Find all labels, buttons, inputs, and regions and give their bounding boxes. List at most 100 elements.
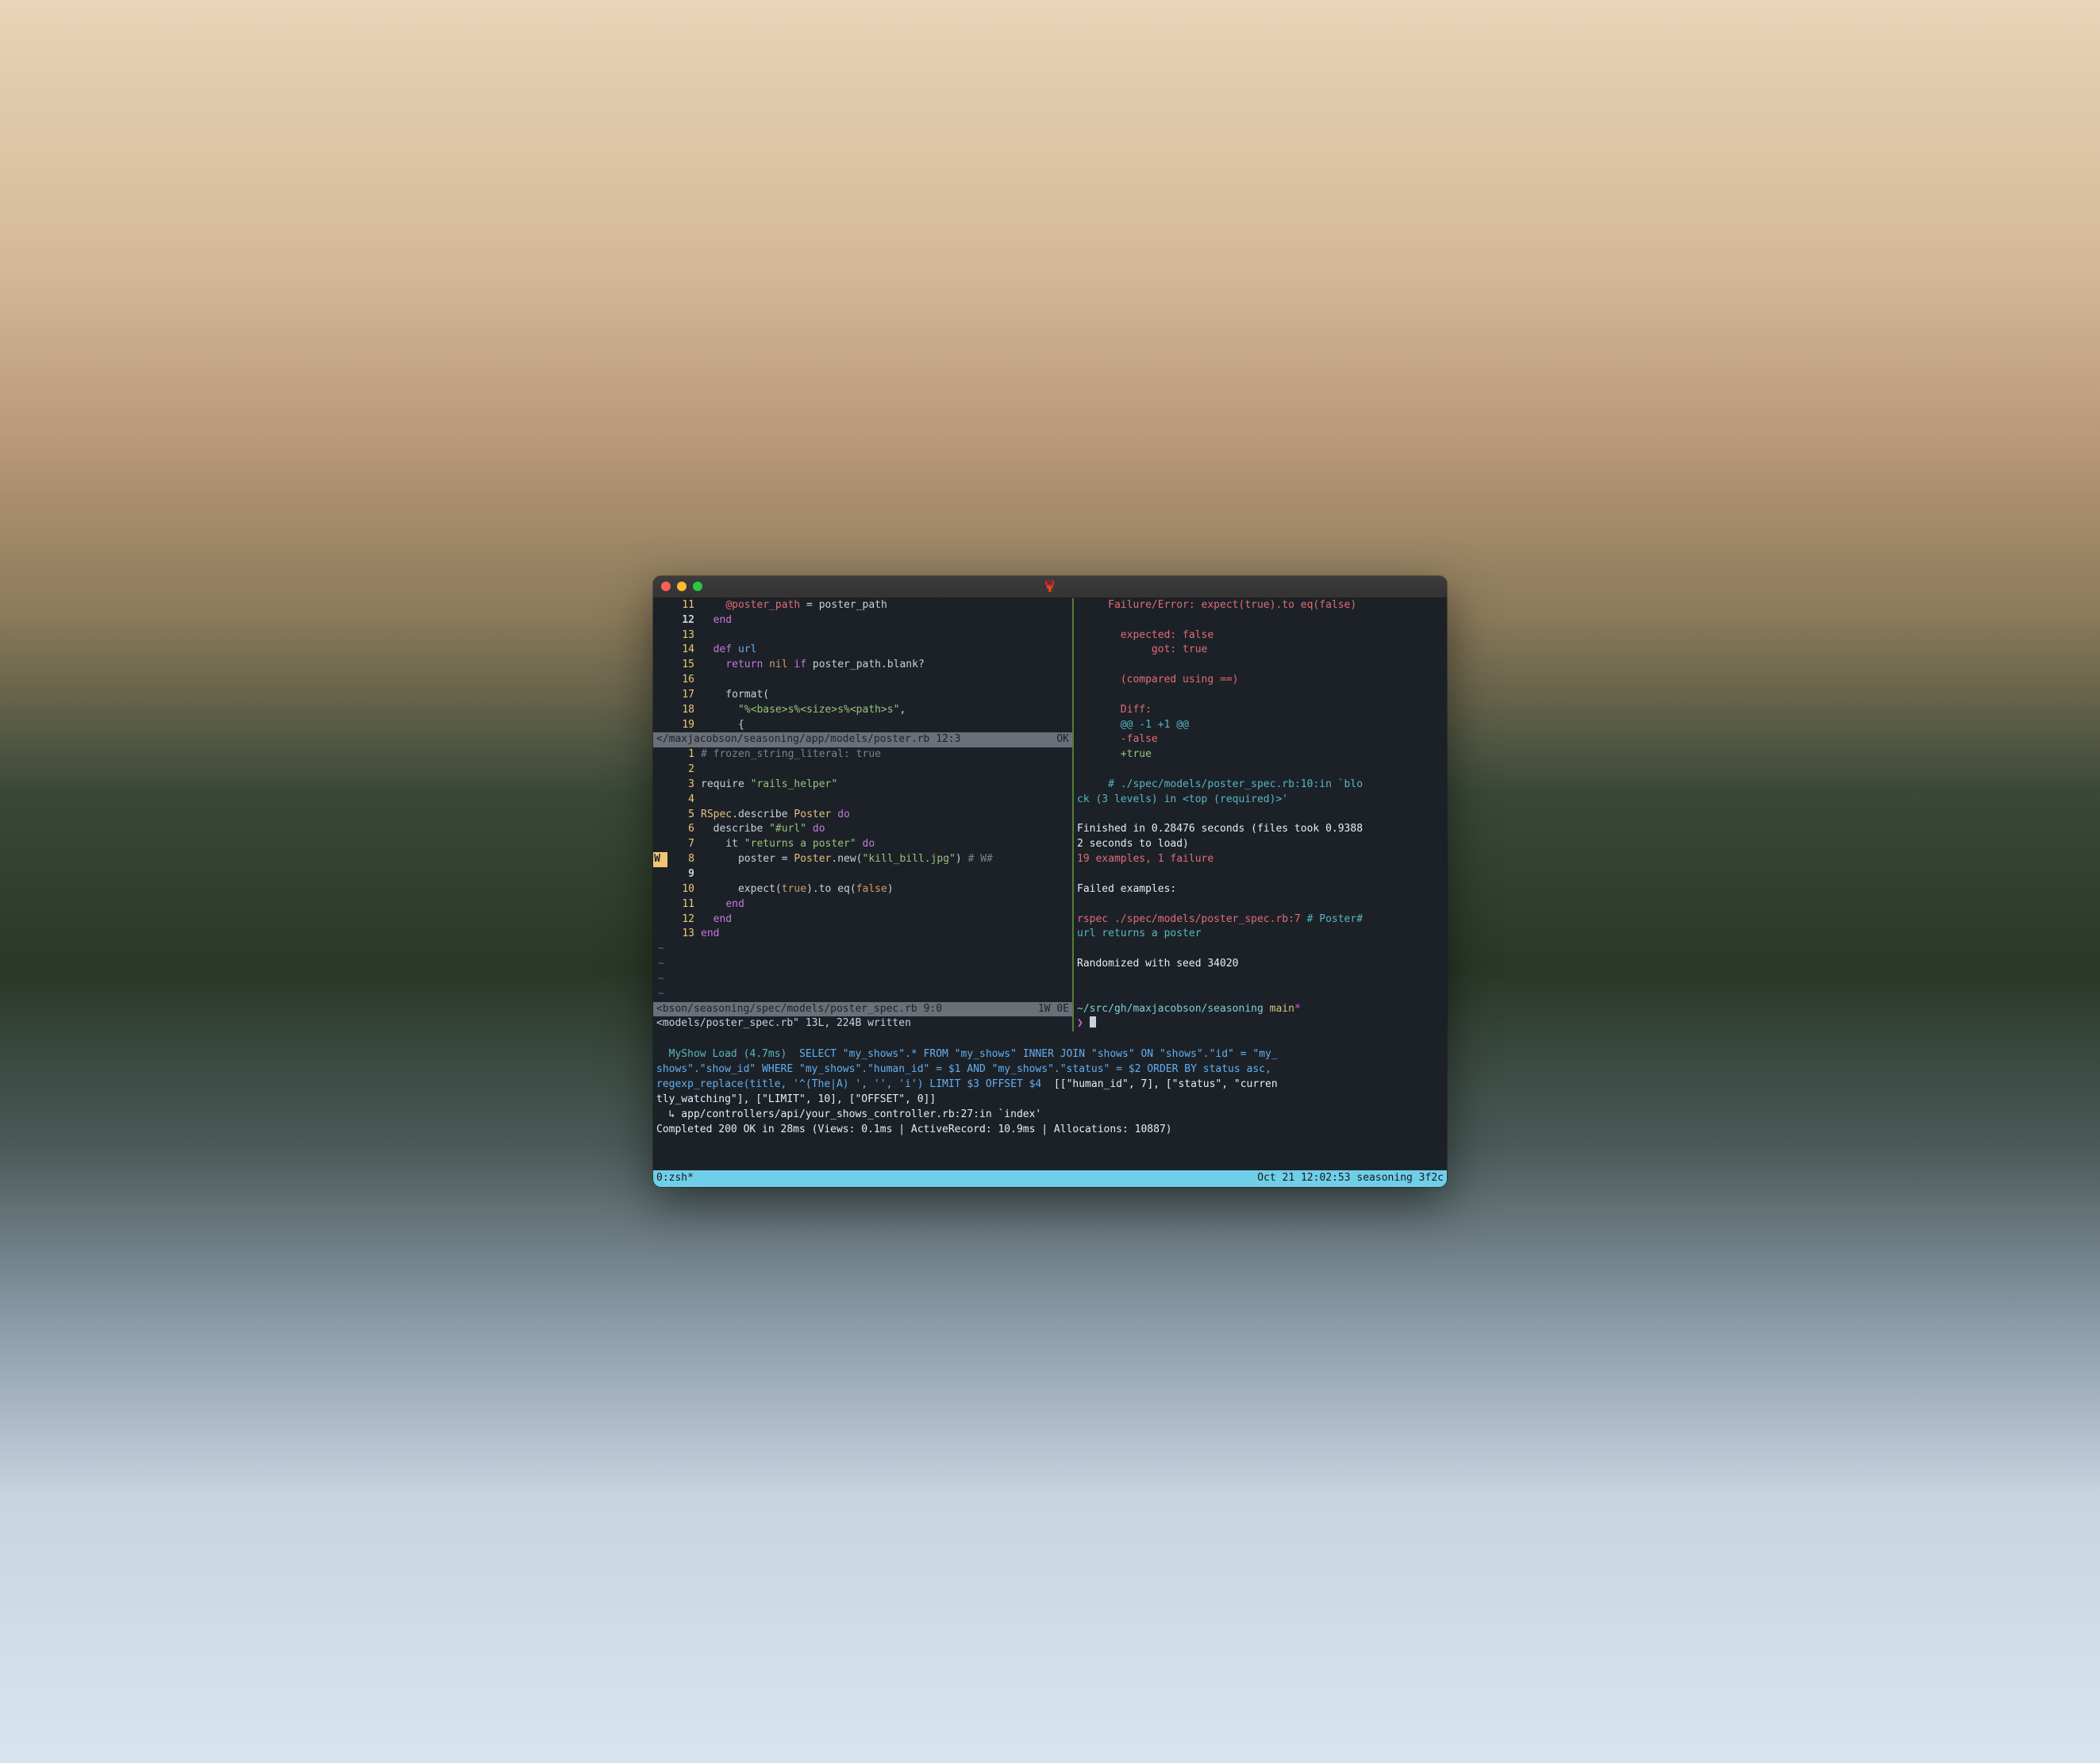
editor-bottom-status: <bson/seasoning/spec/models/poster_spec.… <box>653 1002 1072 1017</box>
output-line: regexp_replace(title, '^(The|A) ', '', '… <box>656 1077 1444 1093</box>
code-line[interactable]: 11 end <box>653 897 1072 912</box>
editor-top-status: </maxjacobson/seasoning/app/models/poste… <box>653 732 1072 747</box>
code-content[interactable]: RSpec.describe Poster do <box>701 808 1072 823</box>
line-number: 11 <box>667 897 701 912</box>
output-line: 2 seconds to load) <box>1077 837 1444 852</box>
code-line[interactable]: 5RSpec.describe Poster do <box>653 808 1072 823</box>
terminal-body[interactable]: 11 @poster_path = poster_path12 end1314 … <box>653 598 1447 1187</box>
code-line[interactable]: 1# frozen_string_literal: true <box>653 747 1072 762</box>
code-content[interactable]: "%<base>s%<size>s%<path>s", <box>701 703 1072 718</box>
code-line[interactable]: 3require "rails_helper" <box>653 778 1072 793</box>
editor-bottom-split[interactable]: 1# frozen_string_literal: true23require … <box>653 747 1072 942</box>
code-line[interactable]: 10 expect(true).to eq(false) <box>653 882 1072 897</box>
code-line[interactable]: 6 describe "#url" do <box>653 822 1072 837</box>
line-number: 16 <box>667 673 701 688</box>
code-content[interactable]: def url <box>701 643 1072 658</box>
output-line: MyShow Load (4.7ms) SELECT "my_shows".* … <box>656 1047 1444 1062</box>
code-line[interactable]: 13 <box>653 628 1072 643</box>
sign-column <box>653 658 667 673</box>
line-number: 18 <box>667 703 701 718</box>
code-line[interactable]: W 8 poster = Poster.new("kill_bill.jpg")… <box>653 852 1072 867</box>
code-content[interactable]: end <box>701 927 1072 942</box>
tmux-window-list[interactable]: 0:zsh* <box>656 1171 694 1186</box>
line-number: 12 <box>667 613 701 628</box>
minimize-button[interactable] <box>677 582 687 591</box>
terminal-window: 🦞 11 @poster_path = poster_path12 end131… <box>653 576 1447 1187</box>
output-line: expected: false <box>1077 628 1444 643</box>
code-line[interactable]: 15 return nil if poster_path.blank? <box>653 658 1072 673</box>
code-line[interactable]: 13end <box>653 927 1072 942</box>
code-content[interactable]: end <box>701 897 1072 912</box>
close-button[interactable] <box>661 582 671 591</box>
code-line[interactable]: 18 "%<base>s%<size>s%<path>s", <box>653 703 1072 718</box>
code-content[interactable] <box>701 867 1072 882</box>
code-content[interactable] <box>701 793 1072 808</box>
output-line: Randomized with seed 34020 <box>1077 957 1444 972</box>
code-line[interactable]: 12 end <box>653 613 1072 628</box>
vim-pane[interactable]: 11 @poster_path = poster_path12 end1314 … <box>653 598 1074 1031</box>
output-line <box>1077 987 1444 1002</box>
status-lint: 1W 0E <box>1038 1002 1069 1017</box>
line-number: 11 <box>667 598 701 613</box>
sign-column <box>653 927 667 942</box>
code-content[interactable]: poster = Poster.new("kill_bill.jpg") # W… <box>701 852 1072 867</box>
code-content[interactable]: expect(true).to eq(false) <box>701 882 1072 897</box>
output-line <box>1077 688 1444 703</box>
code-content[interactable]: @poster_path = poster_path <box>701 598 1072 613</box>
output-line: Finished in 0.28476 seconds (files took … <box>1077 822 1444 837</box>
code-content[interactable] <box>701 762 1072 778</box>
code-content[interactable]: require "rails_helper" <box>701 778 1072 793</box>
code-content[interactable]: format( <box>701 688 1072 703</box>
code-line[interactable]: 4 <box>653 793 1072 808</box>
code-line[interactable]: 12 end <box>653 912 1072 928</box>
prompt-dirty-indicator: * <box>1294 1002 1301 1017</box>
log-output: MyShow Load (4.7ms) SELECT "my_shows".* … <box>656 1047 1444 1137</box>
prompt-branch: main <box>1263 1002 1294 1017</box>
output-line: shows"."show_id" WHERE "my_shows"."human… <box>656 1062 1444 1077</box>
shell-prompt[interactable]: ~/src/gh/maxjacobson/seasoning main* <box>1077 1002 1444 1017</box>
output-line: url returns a poster <box>1077 927 1444 942</box>
vim-cmdline[interactable]: <models/poster_spec.rb" 13L, 224B writte… <box>653 1016 1072 1031</box>
titlebar[interactable]: 🦞 <box>653 576 1447 598</box>
line-number: 9 <box>667 867 701 882</box>
code-content[interactable] <box>701 628 1072 643</box>
sign-column <box>653 673 667 688</box>
code-content[interactable]: end <box>701 912 1072 928</box>
output-line: got: true <box>1077 643 1444 658</box>
code-content[interactable]: return nil if poster_path.blank? <box>701 658 1072 673</box>
sign-column <box>653 822 667 837</box>
rails-log-pane[interactable]: MyShow Load (4.7ms) SELECT "my_shows".* … <box>653 1046 1447 1139</box>
output-line: rspec ./spec/models/poster_spec.rb:7 # P… <box>1077 912 1444 928</box>
line-number: 15 <box>667 658 701 673</box>
rspec-pane[interactable]: Failure/Error: expect(true).to eq(false)… <box>1074 598 1447 1031</box>
code-content[interactable]: # frozen_string_literal: true <box>701 747 1072 762</box>
sign-column <box>653 688 667 703</box>
sign-column <box>653 628 667 643</box>
tmux-status-bar[interactable]: 0:zsh* Oct 21 12:02:53 seasoning 3f2c <box>653 1170 1447 1187</box>
editor-top-split[interactable]: 11 @poster_path = poster_path12 end1314 … <box>653 598 1072 733</box>
output-line: +true <box>1077 747 1444 762</box>
code-line[interactable]: 2 <box>653 762 1072 778</box>
code-content[interactable]: it "returns a poster" do <box>701 837 1072 852</box>
code-line[interactable]: 14 def url <box>653 643 1072 658</box>
empty-line-tilde: ~ <box>653 957 664 972</box>
code-content[interactable]: end <box>701 613 1072 628</box>
code-line[interactable]: 7 it "returns a poster" do <box>653 837 1072 852</box>
shell-prompt-line[interactable]: ❯ <box>1077 1016 1444 1031</box>
output-line: ↳ app/controllers/api/your_shows_control… <box>656 1108 1444 1123</box>
line-number: 8 <box>667 852 701 867</box>
code-content[interactable]: describe "#url" do <box>701 822 1072 837</box>
code-content[interactable]: { <box>701 718 1072 733</box>
code-line[interactable]: 17 format( <box>653 688 1072 703</box>
prompt-caret: ❯ <box>1077 1016 1083 1031</box>
output-line: Completed 200 OK in 28ms (Views: 0.1ms |… <box>656 1123 1444 1138</box>
zoom-button[interactable] <box>693 582 702 591</box>
code-line[interactable]: 9 <box>653 867 1072 882</box>
output-line: tly_watching"], ["LIMIT", 10], ["OFFSET"… <box>656 1093 1444 1108</box>
code-line[interactable]: 11 @poster_path = poster_path <box>653 598 1072 613</box>
output-line: -false <box>1077 732 1444 747</box>
code-line[interactable]: 19 { <box>653 718 1072 733</box>
output-line: @@ -1 +1 @@ <box>1077 718 1444 733</box>
code-content[interactable] <box>701 673 1072 688</box>
code-line[interactable]: 16 <box>653 673 1072 688</box>
